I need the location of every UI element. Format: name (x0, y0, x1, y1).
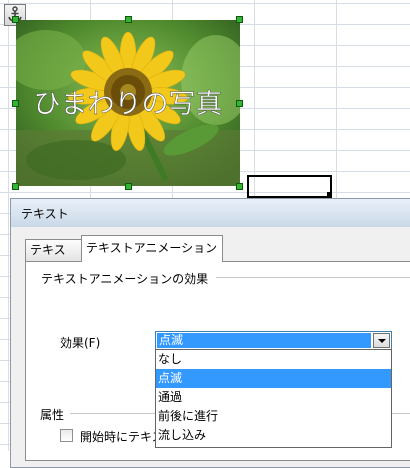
section-title-properties: 属性 (40, 408, 65, 422)
resize-handle-bottom-left[interactable] (12, 183, 19, 190)
fill-handle[interactable] (327, 192, 332, 197)
image-caption: ひまわりの写真 (34, 89, 223, 120)
text-dialog: テキスト テキスト テキストアニメーション テキストアニメーションの効果 効果(… (10, 198, 410, 468)
active-cell[interactable] (247, 175, 332, 198)
resize-handle-bottom[interactable] (125, 183, 132, 190)
tab-text[interactable]: テキスト (25, 239, 82, 278)
dropdown-button[interactable] (373, 333, 390, 348)
dialog-titlebar[interactable]: テキスト (11, 199, 410, 227)
tab-text-animation[interactable]: テキストアニメーション (81, 235, 223, 262)
dialog-title: テキスト (21, 207, 69, 221)
effect-option-scroll-through[interactable]: 通過 (156, 388, 391, 407)
start-inside-checkbox[interactable] (60, 429, 73, 442)
resize-handle-right[interactable] (236, 100, 243, 107)
effect-option-blink[interactable]: 点滅 (156, 369, 391, 388)
chevron-down-icon (378, 339, 386, 343)
effect-select[interactable]: 点滅 (155, 331, 392, 350)
resize-handle-top-right[interactable] (236, 16, 243, 23)
resize-handle-top[interactable] (125, 16, 132, 23)
effect-select-value: 点滅 (157, 333, 371, 348)
effect-dropdown-list[interactable]: なし 点滅 通過 前後に進行 流し込み (155, 349, 392, 448)
resize-handle-left[interactable] (12, 100, 19, 107)
start-inside-label: 開始時にテキス (80, 430, 164, 444)
sunflower-image[interactable]: ひまわりの写真 (16, 20, 240, 186)
effect-option-scroll-back-forth[interactable]: 前後に進行 (156, 407, 391, 426)
resize-handle-top-left[interactable] (12, 16, 19, 23)
section-divider (216, 277, 410, 278)
effect-option-none[interactable]: なし (156, 350, 391, 369)
effect-option-scroll-in[interactable]: 流し込み (156, 426, 391, 445)
section-title-effects: テキストアニメーションの効果 (41, 272, 209, 286)
resize-handle-bottom-right[interactable] (236, 183, 243, 190)
effect-label: 効果(F) (60, 336, 101, 350)
